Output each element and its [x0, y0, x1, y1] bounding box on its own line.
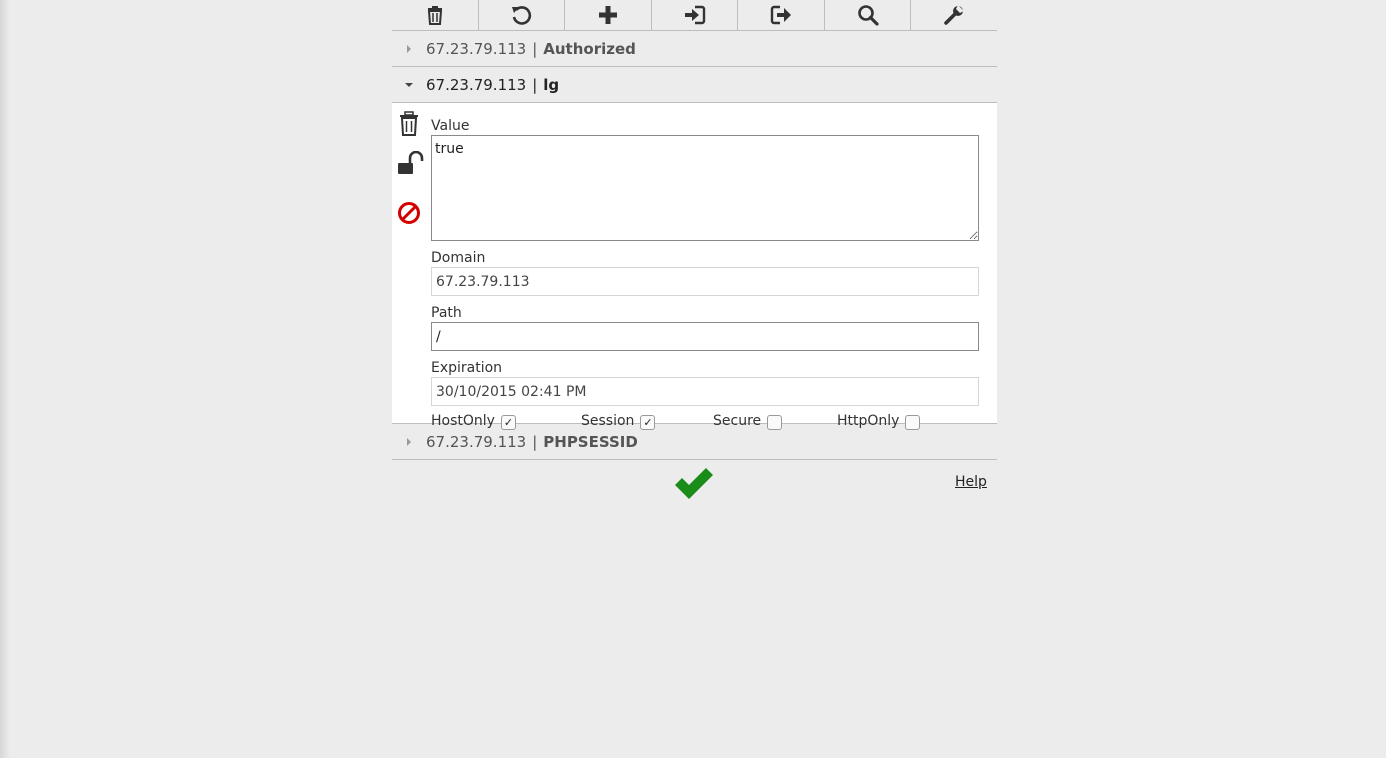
collapse-arrow-icon	[392, 81, 426, 89]
expiration-label: Expiration	[431, 360, 503, 376]
trash-icon	[400, 111, 418, 136]
expand-arrow-icon	[392, 44, 426, 54]
plus-icon	[598, 6, 617, 24]
add-cookie-button[interactable]	[565, 0, 652, 30]
session-flag: Session ✓	[581, 412, 713, 430]
cookie-name: PHPSESSID	[543, 432, 638, 451]
cookie-row-lg[interactable]: 67.23.79.113 | lg	[392, 67, 997, 103]
expiration-field[interactable]	[431, 377, 979, 406]
search-icon	[857, 5, 879, 26]
domain-field[interactable]	[431, 267, 979, 296]
reset-button[interactable]	[479, 0, 566, 30]
cookie-name: Authorized	[543, 39, 636, 58]
separator: |	[532, 75, 538, 94]
value-label: Value	[431, 118, 470, 134]
window-edge	[0, 0, 10, 758]
wrench-icon	[944, 5, 965, 25]
secure-checkbox[interactable]	[767, 415, 783, 430]
delete-all-button[interactable]	[392, 0, 479, 30]
help-link[interactable]: Help	[955, 474, 987, 490]
cookie-editor: Value true Domain Path Expiration HostOn…	[392, 103, 997, 430]
session-label: Session	[581, 413, 635, 429]
separator: |	[532, 432, 538, 451]
cookie-domain: 67.23.79.113	[426, 75, 527, 94]
cookie-fields: Value true Domain Path Expiration HostOn…	[431, 117, 979, 430]
save-button[interactable]	[672, 466, 716, 506]
delete-cookie-button[interactable]	[397, 111, 423, 141]
cookie-editor-panel: 67.23.79.113 | Authorized 67.23.79.113 |…	[392, 0, 997, 506]
import-icon	[684, 5, 705, 25]
httponly-label: HttpOnly	[837, 413, 900, 429]
checkmark-icon	[675, 468, 713, 499]
secure-flag: Secure	[713, 412, 837, 430]
cookie-domain: 67.23.79.113	[426, 39, 527, 58]
httponly-checkbox[interactable]	[905, 415, 921, 430]
block-cookie-button[interactable]	[397, 201, 423, 229]
import-button[interactable]	[652, 0, 739, 30]
toolbar	[392, 0, 997, 31]
path-field[interactable]	[431, 322, 979, 351]
search-button[interactable]	[825, 0, 912, 30]
block-icon	[398, 202, 420, 224]
cookie-actions	[397, 111, 424, 239]
cookie-row-authorized[interactable]: 67.23.79.113 | Authorized	[392, 31, 997, 67]
unlocked-padlock-icon	[398, 150, 424, 174]
check-mark-icon: ✓	[643, 416, 653, 429]
expand-arrow-icon	[392, 437, 426, 447]
protect-cookie-button[interactable]	[397, 150, 424, 181]
footer: Help	[392, 460, 997, 506]
hostonly-label: HostOnly	[431, 413, 495, 429]
path-label: Path	[431, 305, 462, 321]
cookie-domain: 67.23.79.113	[426, 432, 527, 451]
cookie-name: lg	[543, 75, 560, 94]
secure-label: Secure	[713, 413, 762, 429]
httponly-flag: HttpOnly	[837, 412, 921, 430]
hostonly-flag: HostOnly ✓	[431, 412, 581, 430]
session-checkbox[interactable]: ✓	[640, 415, 656, 430]
check-mark-icon: ✓	[503, 416, 514, 429]
separator: |	[532, 39, 538, 58]
export-button[interactable]	[738, 0, 825, 30]
value-textarea[interactable]: true	[431, 135, 979, 241]
options-button[interactable]	[911, 0, 997, 30]
hostonly-checkbox[interactable]: ✓	[500, 415, 516, 430]
cookie-flags: HostOnly ✓ Session ✓ Secure HttpOnly	[431, 412, 979, 430]
trash-icon	[427, 6, 442, 25]
export-icon	[770, 5, 792, 25]
undo-icon	[512, 6, 532, 25]
domain-label: Domain	[431, 250, 486, 266]
